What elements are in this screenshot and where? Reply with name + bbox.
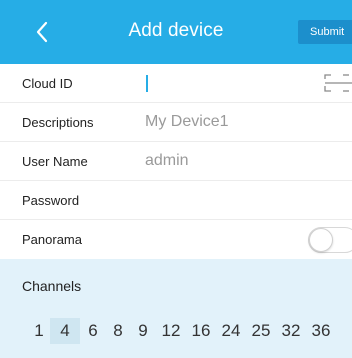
cloud-id-row: Cloud ID [0, 64, 352, 103]
channel-option-9[interactable]: 9 [130, 318, 156, 344]
channel-selector: 1 4 6 8 9 12 16 24 25 32 36 [28, 318, 336, 344]
channel-option-1[interactable]: 1 [28, 318, 50, 344]
channel-option-36[interactable]: 36 [306, 318, 336, 344]
toggle-knob [309, 228, 333, 252]
submit-button[interactable]: Submit [298, 20, 352, 44]
channel-option-32[interactable]: 32 [276, 318, 306, 344]
user-name-label: User Name [22, 153, 88, 169]
channel-option-16[interactable]: 16 [186, 318, 216, 344]
channel-option-25[interactable]: 25 [246, 318, 276, 344]
descriptions-row: Descriptions My Device1 [0, 103, 352, 142]
user-name-input[interactable]: admin [145, 152, 189, 170]
channel-option-8[interactable]: 8 [106, 318, 130, 344]
panorama-row: Panorama [0, 220, 352, 259]
channel-option-24[interactable]: 24 [216, 318, 246, 344]
cloud-id-input[interactable] [146, 75, 148, 92]
descriptions-label: Descriptions [22, 114, 94, 130]
qr-scan-icon[interactable] [322, 72, 352, 94]
panorama-label: Panorama [22, 232, 82, 247]
descriptions-input[interactable]: My Device1 [145, 113, 229, 131]
password-label: Password [22, 192, 80, 208]
header-bar: Add device Submit [0, 0, 352, 64]
channel-option-12[interactable]: 12 [156, 318, 186, 344]
user-name-row: User Name admin [0, 142, 352, 181]
cloud-id-label: Cloud ID [22, 75, 73, 91]
channel-option-4[interactable]: 4 [50, 318, 80, 344]
password-input[interactable] [145, 185, 295, 215]
device-form: Cloud ID Descriptions My Device1 User Na… [0, 64, 352, 259]
password-row: Password [0, 181, 352, 220]
channel-option-6[interactable]: 6 [80, 318, 106, 344]
channels-label: Channels [22, 278, 82, 294]
panorama-toggle[interactable] [308, 227, 352, 253]
